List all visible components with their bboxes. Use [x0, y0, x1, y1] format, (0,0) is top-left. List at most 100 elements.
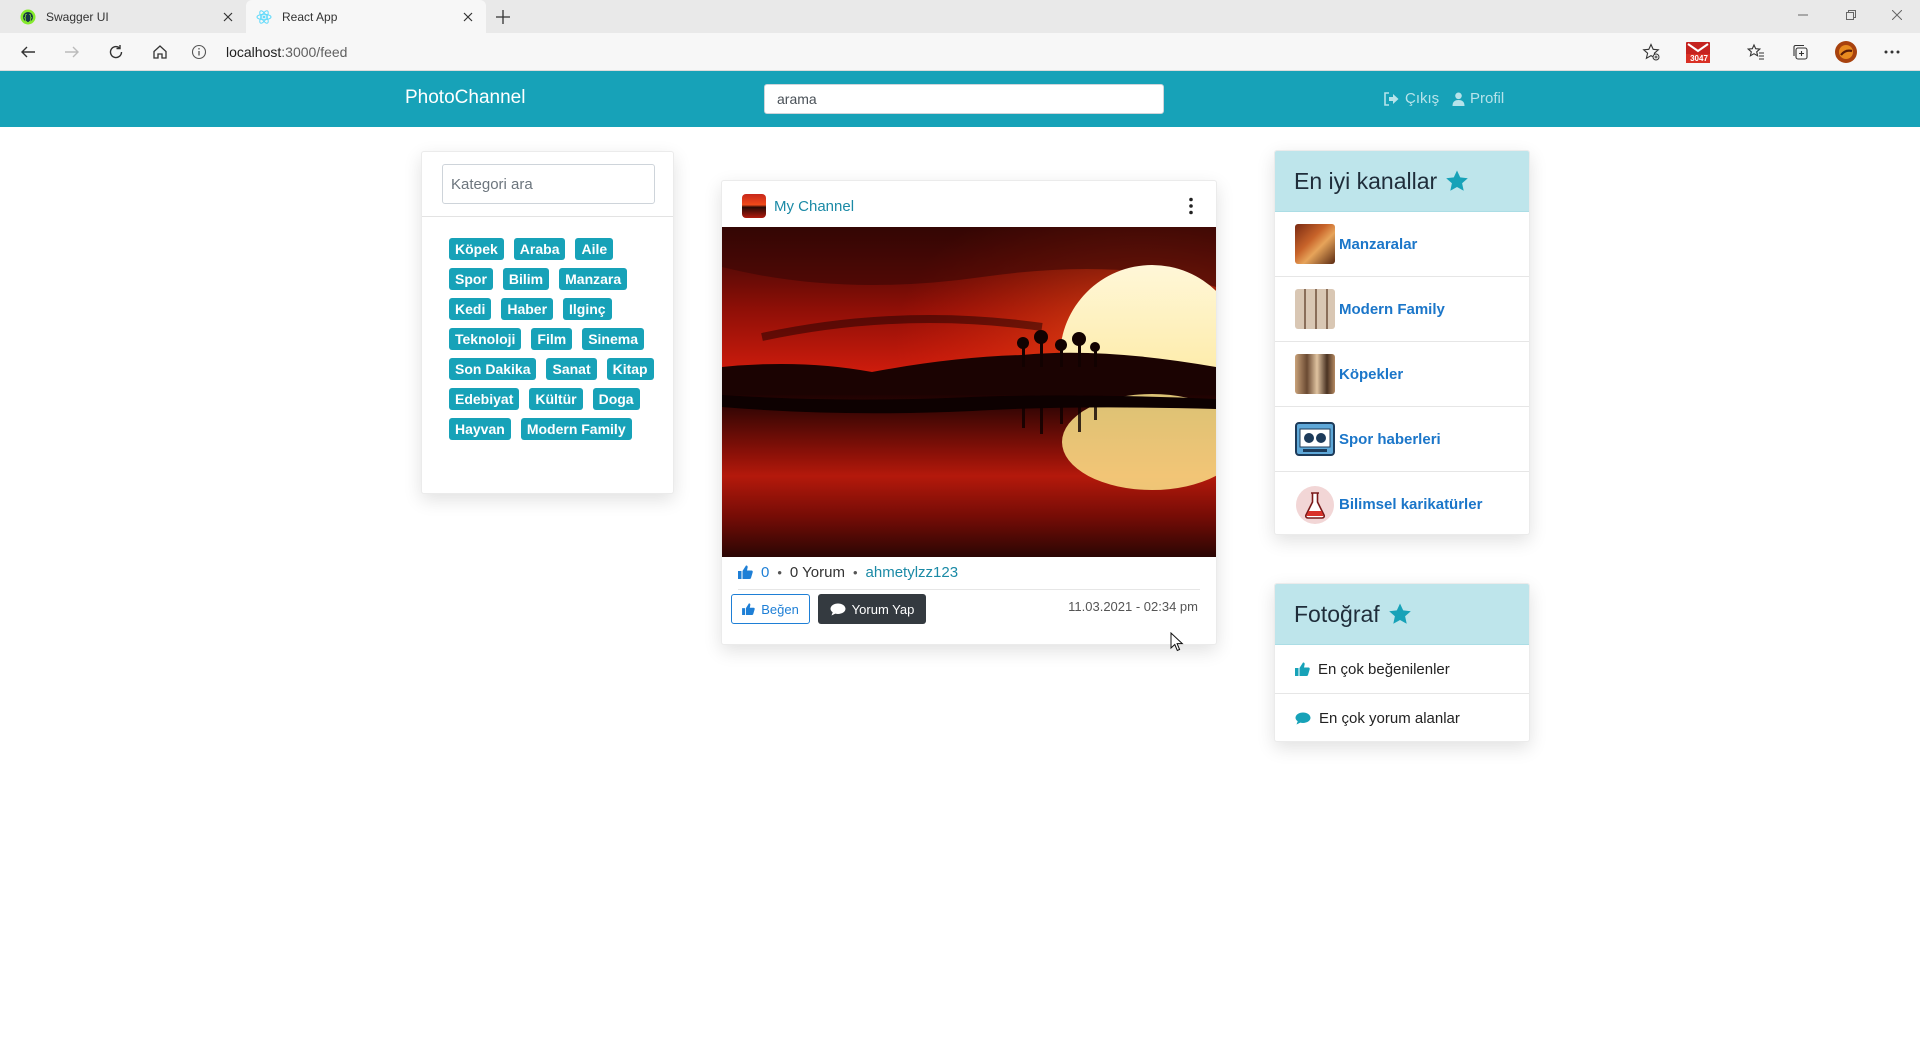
top-channels-title: En iyi kanallar	[1294, 167, 1438, 194]
dogs-thumb	[1295, 354, 1335, 394]
more-menu-icon[interactable]	[1878, 38, 1906, 66]
top-channel-item[interactable]: Spor haberleri	[1275, 407, 1529, 472]
channel-avatar[interactable]	[742, 194, 766, 218]
sports-news-thumb	[1295, 419, 1335, 459]
category-badge[interactable]: Ilginç	[563, 298, 612, 320]
category-badge[interactable]: Kültür	[529, 388, 583, 410]
photo-filter-header: Fotoğraf	[1275, 584, 1529, 645]
separator-dot: •	[777, 564, 782, 580]
category-badge[interactable]: Son Dakika	[449, 358, 537, 380]
top-channel-item[interactable]: Köpekler	[1275, 342, 1529, 407]
category-badge[interactable]: Kitap	[606, 358, 654, 380]
close-window-button[interactable]	[1874, 0, 1920, 30]
logout-label: Çıkış	[1405, 90, 1440, 107]
category-badge[interactable]: Sanat	[546, 358, 597, 380]
category-badge[interactable]: Haber	[501, 298, 554, 320]
category-badge[interactable]: Modern Family	[520, 418, 632, 440]
info-icon[interactable]	[188, 41, 210, 63]
category-badge[interactable]: Sinema	[582, 328, 645, 350]
top-channels-header: En iyi kanallar	[1275, 151, 1529, 212]
thumbs-up-icon	[1295, 662, 1310, 676]
most-liked-link[interactable]: En çok beğenilenler	[1275, 645, 1529, 694]
category-badge[interactable]: Manzara	[559, 268, 628, 290]
gmail-extension-icon[interactable]: 3047	[1684, 38, 1712, 66]
comment-button[interactable]: Yorum Yap	[818, 594, 926, 624]
top-channel-label: Bilimsel karikatürler	[1339, 496, 1483, 513]
collections-icon[interactable]	[1786, 38, 1814, 66]
profile-avatar-icon[interactable]	[1832, 38, 1860, 66]
post-header: My Channel	[742, 191, 854, 221]
category-badge[interactable]: Aile	[575, 238, 614, 260]
favorites-icon[interactable]	[1742, 38, 1770, 66]
minimize-button[interactable]	[1780, 0, 1826, 30]
channel-name-link[interactable]: My Channel	[774, 198, 854, 215]
mouse-cursor-icon	[1170, 632, 1184, 652]
logout-link[interactable]: Çıkış	[1383, 90, 1439, 107]
tab-swagger-ui[interactable]: {} Swagger UI	[10, 0, 246, 33]
user-icon	[1452, 92, 1465, 106]
most-commented-link[interactable]: En çok yorum alanlar	[1275, 694, 1529, 741]
post-card: My Channel 0 • 0 Yorum • ahmetylzz123 Be…	[721, 180, 1217, 645]
post-photo[interactable]	[722, 227, 1216, 557]
category-badge[interactable]: Doga	[592, 388, 640, 410]
app-navbar: PhotoChannel Çıkış Profil	[0, 71, 1920, 127]
comment-count[interactable]: 0 Yorum	[790, 564, 845, 581]
new-tab-button[interactable]	[490, 4, 516, 30]
swagger-favicon-icon: {}	[20, 9, 36, 25]
tab-title: React App	[282, 9, 338, 24]
back-button[interactable]	[14, 38, 42, 66]
close-tab-icon[interactable]	[456, 5, 480, 29]
category-badge[interactable]: Hayvan	[449, 418, 511, 440]
most-liked-label: En çok beğenilenler	[1318, 660, 1450, 678]
post-date: 11.03.2021 - 02:34 pm	[1068, 599, 1198, 614]
thumbs-up-icon	[742, 603, 755, 615]
sign-out-icon	[1383, 91, 1400, 106]
close-tab-icon[interactable]	[216, 5, 240, 29]
like-count: 0	[761, 563, 770, 581]
divider	[738, 589, 1200, 590]
post-author-link[interactable]: ahmetylzz123	[866, 564, 959, 581]
top-channel-item[interactable]: Modern Family	[1275, 277, 1529, 342]
tab-title: Swagger UI	[46, 9, 109, 24]
category-badge[interactable]: Köpek	[449, 238, 504, 260]
category-badge[interactable]: Film	[531, 328, 573, 350]
comment-icon	[1295, 712, 1311, 725]
category-badge[interactable]: Spor	[449, 268, 493, 290]
like-button[interactable]: Beğen	[731, 594, 810, 624]
category-badge[interactable]: Bilim	[502, 268, 550, 290]
post-stats: 0 • 0 Yorum • ahmetylzz123	[738, 561, 958, 583]
profile-link[interactable]: Profil	[1452, 90, 1504, 107]
category-badge[interactable]: Araba	[513, 238, 566, 260]
science-flask-thumb	[1295, 485, 1335, 525]
category-search-input[interactable]	[442, 164, 655, 204]
category-badge[interactable]: Teknoloji	[449, 328, 522, 350]
svg-text:{}: {}	[23, 13, 33, 22]
photo-filter-card: Fotoğraf En çok beğenilenler En çok yoru…	[1274, 583, 1530, 742]
brand-logo[interactable]: PhotoChannel	[405, 87, 525, 109]
profile-label: Profil	[1470, 90, 1505, 107]
category-badge[interactable]: Edebiyat	[449, 388, 520, 410]
divider	[422, 216, 673, 217]
browser-tab-bar: {} Swagger UI React App	[0, 0, 1920, 33]
family-thumb	[1295, 289, 1335, 329]
forward-button[interactable]	[58, 38, 86, 66]
tab-react-app[interactable]: React App	[246, 0, 486, 33]
favorite-star-icon[interactable]	[1637, 38, 1665, 66]
separator-dot: •	[852, 564, 858, 580]
url-path: :3000/feed	[281, 44, 348, 60]
more-options-icon[interactable]	[1180, 191, 1202, 221]
browser-toolbar: localhost:3000/feed 3047	[0, 33, 1920, 71]
react-favicon-icon	[256, 9, 272, 25]
top-channel-label: Modern Family	[1339, 300, 1445, 318]
top-channel-item[interactable]: Manzaralar	[1275, 212, 1529, 277]
url-host: localhost	[226, 44, 282, 60]
category-badge[interactable]: Kedi	[449, 298, 492, 320]
address-bar[interactable]: localhost:3000/feed	[188, 37, 1658, 67]
top-channel-item[interactable]: Bilimsel karikatürler	[1275, 472, 1529, 534]
refresh-button[interactable]	[102, 38, 130, 66]
most-commented-label: En çok yorum alanlar	[1319, 710, 1460, 727]
home-button[interactable]	[146, 38, 174, 66]
search-input[interactable]	[764, 84, 1164, 114]
restore-button[interactable]	[1828, 0, 1874, 30]
thumbs-up-icon	[738, 565, 753, 579]
